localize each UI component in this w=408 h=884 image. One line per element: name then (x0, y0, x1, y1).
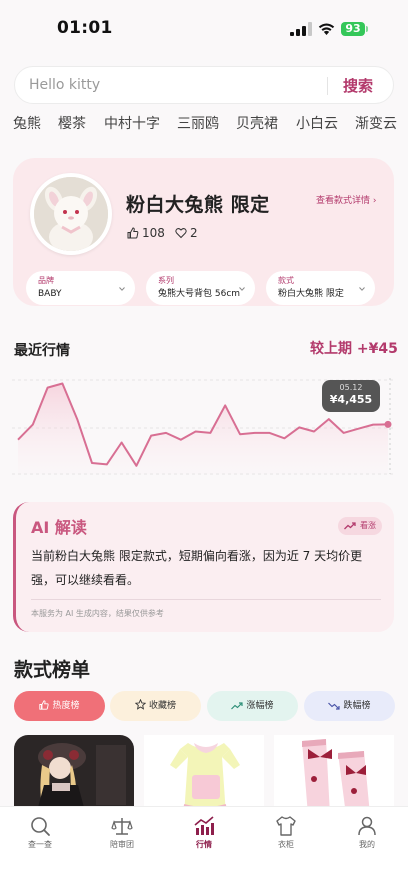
search-input[interactable] (29, 67, 319, 103)
trend-badge: 看涨 (338, 517, 382, 535)
tab-market[interactable]: 行情 (174, 815, 234, 850)
tab-hot-ranking[interactable]: 热度榜 (14, 691, 105, 721)
product-avatar-ring (30, 173, 112, 255)
tab-wardrobe[interactable]: 衣柜 (256, 815, 316, 850)
series-filter-select[interactable]: 系列 兔熊大号背包 56cm (146, 271, 255, 305)
user-icon (356, 815, 378, 837)
tag-item[interactable]: 兔熊 (13, 113, 41, 133)
favorites-count: 2 (190, 226, 198, 240)
chart-tooltip: 05.12 ¥4,455 (322, 380, 380, 412)
tooltip-date: 05.12 (322, 383, 380, 393)
status-time: 01:01 (57, 18, 113, 38)
ai-insight-text: 当前粉白大兔熊 限定款式，短期偏向看涨，因为近 7 天均价更强，可以继续看看。 (31, 544, 381, 592)
tab-search[interactable]: 查一查 (10, 815, 70, 850)
tab-label: 陪审团 (92, 839, 152, 850)
ranked-product-image[interactable] (274, 735, 394, 815)
thumbs-up-icon (127, 227, 139, 239)
star-icon (135, 699, 146, 710)
view-style-detail-link[interactable]: 查看款式详情 › (316, 193, 376, 206)
tab-jury[interactable]: 陪审团 (92, 815, 152, 850)
chevron-down-icon (119, 286, 125, 292)
style-filter-select[interactable]: 款式 粉白大兔熊 限定 (266, 271, 375, 305)
trend-up-icon (344, 522, 356, 530)
tag-item[interactable]: 三丽鸥 (177, 113, 219, 133)
search-button[interactable]: 搜索 (343, 75, 373, 96)
likes-count: 108 (142, 226, 165, 240)
tab-label: 行情 (174, 839, 234, 850)
tab-label: 跌幅榜 (343, 701, 370, 711)
trend-down-icon (328, 702, 340, 710)
search-bar: 搜索 (14, 66, 394, 104)
filter-label: 款式 (278, 276, 375, 286)
market-section-title: 最近行情 (14, 340, 70, 360)
trend-badge-label: 看涨 (360, 521, 376, 530)
plush-bunny-bear-image (34, 177, 108, 251)
ranked-product-image[interactable] (144, 735, 264, 815)
tab-label: 衣柜 (256, 839, 316, 850)
ai-insight-card: AI 解读 看涨 当前粉白大兔熊 限定款式，短期偏向看涨，因为近 7 天均价更强… (13, 502, 394, 632)
tab-fall-ranking[interactable]: 跌幅榜 (304, 691, 395, 721)
divider (31, 599, 381, 600)
tag-item[interactable]: 樱茶 (58, 113, 86, 133)
yellow-dress-photo (144, 735, 264, 815)
tab-label: 收藏榜 (149, 701, 176, 711)
wifi-icon (317, 20, 336, 35)
ai-disclaimer: 本服务为 AI 生成内容，结果仅供参考 (31, 608, 164, 619)
search-icon (29, 815, 51, 837)
shirt-icon (275, 815, 297, 837)
filter-label: 系列 (158, 276, 255, 286)
bottom-tab-bar: 查一查 陪审团 行情 衣柜 我的 (0, 806, 408, 884)
tag-item[interactable]: 小白云 (296, 113, 338, 133)
filter-label: 品牌 (38, 276, 135, 286)
battery-cap (366, 26, 368, 32)
lolita-doll-photo (14, 735, 134, 815)
tab-label: 热度榜 (52, 701, 79, 711)
hot-tag-row: 兔熊 樱茶 中村十字 三丽鸥 贝壳裙 小白云 渐变云 (0, 113, 408, 139)
trend-up-icon (231, 702, 243, 710)
tab-label: 我的 (337, 839, 397, 850)
scale-icon (111, 815, 133, 837)
ai-insight-title: AI 解读 (31, 514, 87, 538)
heart-icon (175, 227, 187, 239)
tag-item[interactable]: 渐变云 (355, 113, 397, 133)
ranking-section-title: 款式榜单 (14, 655, 90, 682)
brand-filter-select[interactable]: 品牌 BABY (26, 271, 135, 305)
cellular-signal-icon (290, 22, 312, 36)
likes-stat[interactable]: 108 (127, 226, 165, 240)
product-card: 粉白大兔熊 限定 查看款式详情 › 108 2 品牌 BABY 系列 兔熊大号背… (13, 158, 394, 306)
chevron-down-icon (359, 286, 365, 292)
tab-label: 查一查 (10, 839, 70, 850)
bar-chart-icon (193, 815, 215, 837)
thumbs-up-icon (39, 700, 49, 710)
chevron-down-icon (239, 286, 245, 292)
tab-label: 涨幅榜 (246, 701, 273, 711)
tag-item[interactable]: 贝壳裙 (236, 113, 278, 133)
tab-profile[interactable]: 我的 (337, 815, 397, 850)
highlighted-data-point[interactable] (385, 421, 392, 428)
ranked-product-image[interactable] (14, 735, 134, 815)
search-divider (327, 77, 328, 95)
favorites-stat[interactable]: 2 (175, 226, 198, 240)
tab-rise-ranking[interactable]: 涨幅榜 (207, 691, 298, 721)
battery-indicator: 93 (341, 22, 365, 36)
tooltip-value: ¥4,455 (322, 393, 380, 407)
tab-favorites-ranking[interactable]: 收藏榜 (110, 691, 201, 721)
product-title: 粉白大兔熊 限定 (126, 190, 270, 217)
status-bar: 01:01 93 (0, 0, 408, 56)
pink-socks-photo (274, 735, 394, 815)
period-change: 较上期 +¥45 (310, 338, 398, 358)
product-avatar[interactable] (34, 177, 108, 251)
tag-item[interactable]: 中村十字 (104, 113, 160, 133)
